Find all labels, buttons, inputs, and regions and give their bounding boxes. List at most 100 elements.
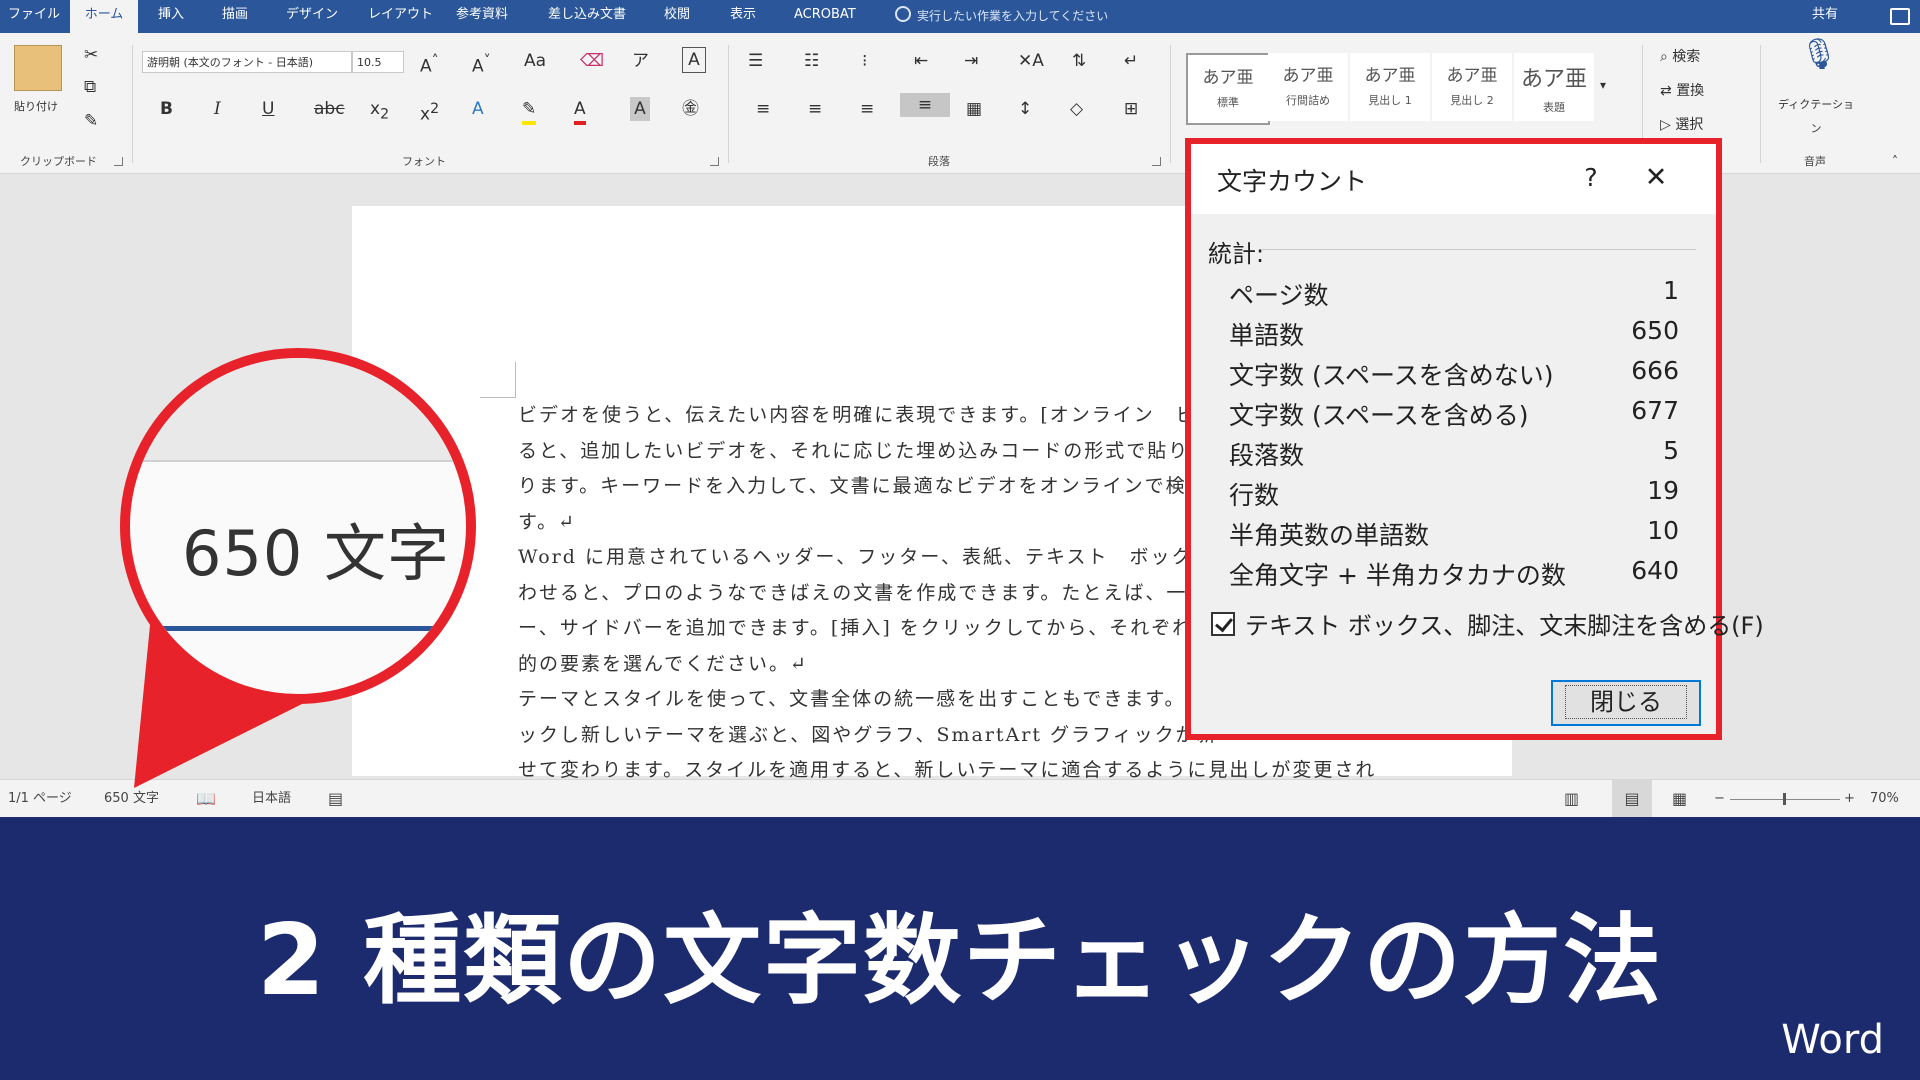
stat-label: 段落数 — [1229, 441, 1305, 470]
brand-label: Word — [1781, 1017, 1884, 1063]
web-layout-icon[interactable]: ▦ — [1672, 780, 1687, 818]
share-button[interactable]: 共有 — [1812, 0, 1838, 33]
phonetic-guide-icon[interactable]: ア — [632, 49, 649, 73]
page-count-status[interactable]: 1/1 ページ — [8, 780, 72, 818]
paste-label[interactable]: 貼り付け — [6, 95, 66, 119]
style-heading-1[interactable]: あア亜 見出し 1 — [1350, 53, 1430, 121]
print-layout-icon[interactable]: ▤ — [1612, 780, 1652, 818]
justify-icon[interactable]: ≡ — [900, 93, 950, 117]
numbering-icon[interactable]: ☷ — [804, 49, 819, 73]
tab-design[interactable]: デザイン — [286, 0, 338, 33]
tab-view[interactable]: 表示 — [730, 0, 756, 33]
grow-font-icon[interactable]: A˄ — [420, 49, 439, 79]
enclose-characters-icon[interactable]: ㊎ — [682, 97, 699, 121]
style-heading-2[interactable]: あア亜 見出し 2 — [1432, 53, 1512, 121]
find-button[interactable]: ⌕ 検索 — [1660, 45, 1700, 69]
italic-icon[interactable]: I — [214, 97, 221, 121]
stat-label: 全角文字 + 半角カタカナの数 — [1229, 561, 1566, 590]
distributed-icon[interactable]: ▦ — [966, 97, 982, 121]
collapse-ribbon-icon[interactable]: ˄ — [1892, 149, 1898, 173]
stat-value: 19 — [1647, 476, 1679, 505]
include-textboxes-checkbox[interactable] — [1211, 612, 1235, 636]
tab-insert[interactable]: 挿入 — [158, 0, 184, 33]
shading-icon[interactable]: ◇ — [1070, 97, 1083, 121]
style-title[interactable]: あア亜 表題 — [1514, 53, 1594, 121]
microphone-icon[interactable]: 🎙 — [1800, 40, 1838, 70]
tab-file[interactable]: ファイル — [8, 0, 60, 33]
word-count-dialog: 文字カウント ? ✕ 統計: ページ数 1 単語数 650 文字数 (スペースを含め… — [1185, 138, 1764, 740]
sort-icon[interactable]: ⇅ — [1072, 49, 1086, 73]
zoom-in-icon[interactable]: + — [1844, 780, 1855, 818]
clear-format-icon[interactable]: ⌫ — [580, 49, 604, 73]
bold-icon[interactable]: B — [160, 97, 173, 121]
font-size-combo[interactable]: 10.5 — [352, 51, 404, 73]
tell-me-search[interactable]: 実行したい作業を入力してください — [895, 3, 1108, 29]
strikethrough-icon[interactable]: abc — [314, 97, 345, 121]
multilevel-list-icon[interactable]: ⁝ — [862, 49, 867, 73]
language-status[interactable]: 日本語 — [252, 780, 291, 818]
magnified-status-line — [130, 626, 466, 631]
help-icon[interactable]: ? — [1571, 158, 1611, 198]
paragraph-launcher[interactable] — [1152, 157, 1161, 166]
word-count-status[interactable]: 650 文字 — [104, 780, 159, 818]
align-center-icon[interactable]: ≡ — [808, 97, 822, 121]
tab-acrobat[interactable]: ACROBAT — [794, 0, 856, 33]
dictate-label[interactable]: ディクテーション — [1776, 93, 1856, 141]
underline-icon[interactable]: U — [262, 97, 274, 121]
stat-row-pages: ページ数 1 — [1229, 276, 1679, 316]
comment-icon[interactable] — [1890, 8, 1910, 25]
accessibility-icon[interactable]: ▤ — [328, 780, 343, 818]
replace-button[interactable]: ⇄ 置換 — [1660, 79, 1704, 103]
font-color-icon[interactable]: A — [574, 97, 586, 125]
format-painter-icon[interactable]: ✎ — [84, 109, 98, 133]
line-spacing-icon[interactable]: ↕ — [1018, 97, 1032, 121]
subscript-icon[interactable]: x2 — [370, 97, 389, 126]
close-icon[interactable]: ✕ — [1636, 158, 1676, 198]
include-textboxes-option[interactable]: テキスト ボックス、脚注、文末脚注を含める(F) — [1211, 606, 1764, 646]
copy-icon[interactable]: ⧉ — [84, 75, 96, 99]
tab-review[interactable]: 校閲 — [664, 0, 690, 33]
align-left-icon[interactable]: ≡ — [756, 97, 770, 121]
zoom-slider-thumb[interactable] — [1783, 793, 1786, 805]
tab-references[interactable]: 参考資料 — [456, 0, 508, 33]
tab-home[interactable]: ホーム — [70, 0, 138, 33]
font-name-combo[interactable]: 游明朝 (本文のフォント - 日本語) — [142, 51, 352, 73]
clipboard-launcher[interactable] — [114, 157, 123, 166]
change-case-icon[interactable]: Aa — [524, 49, 546, 73]
cut-icon[interactable]: ✂ — [84, 43, 98, 67]
text-effects-icon[interactable]: A — [472, 97, 484, 121]
include-textboxes-label[interactable]: テキスト ボックス、脚注、文末脚注を含める(F) — [1245, 606, 1764, 641]
highlight-icon[interactable]: ✎ — [522, 97, 537, 125]
font-launcher[interactable] — [710, 157, 719, 166]
close-button[interactable]: 閉じる — [1551, 680, 1701, 726]
stat-value: 650 — [1631, 316, 1679, 345]
zoom-level[interactable]: 70% — [1870, 780, 1899, 818]
styles-more-icon[interactable]: ▾ — [1600, 73, 1606, 97]
select-button[interactable]: ▷ 選択 — [1660, 113, 1703, 137]
bullets-icon[interactable]: ☰ — [748, 49, 763, 73]
group-separator — [1760, 45, 1761, 163]
decrease-indent-icon[interactable]: ⇤ — [914, 49, 928, 73]
tab-mailings[interactable]: 差し込み文書 — [548, 0, 626, 33]
style-normal[interactable]: あア亜 標準 — [1186, 53, 1270, 125]
shrink-font-icon[interactable]: A˅ — [472, 49, 491, 79]
borders-icon[interactable]: ⊞ — [1124, 97, 1138, 121]
read-mode-icon[interactable]: ▥ — [1564, 780, 1579, 818]
tab-layout[interactable]: レイアウト — [368, 0, 433, 33]
zoom-out-icon[interactable]: − — [1714, 780, 1725, 818]
stat-value: 10 — [1647, 516, 1679, 545]
proofing-icon[interactable]: 📖 — [196, 780, 216, 818]
stat-label: ページ数 — [1229, 281, 1329, 310]
dialog-titlebar: 文字カウント ? ✕ — [1191, 144, 1716, 214]
style-no-spacing[interactable]: あア亜 行間詰め — [1268, 53, 1348, 121]
superscript-icon[interactable]: x2 — [420, 97, 439, 127]
paste-icon[interactable] — [14, 45, 62, 91]
tab-draw[interactable]: 描画 — [222, 0, 248, 33]
asian-layout-icon[interactable]: ✕A — [1018, 49, 1044, 73]
increase-indent-icon[interactable]: ⇥ — [964, 49, 978, 73]
character-border-icon[interactable]: A — [682, 47, 706, 73]
align-right-icon[interactable]: ≡ — [860, 97, 874, 121]
show-marks-icon[interactable]: ↵ — [1124, 49, 1138, 73]
character-shading-icon[interactable]: A — [630, 97, 650, 121]
stat-row-fullwidth-chars: 全角文字 + 半角カタカナの数 640 — [1229, 556, 1679, 596]
